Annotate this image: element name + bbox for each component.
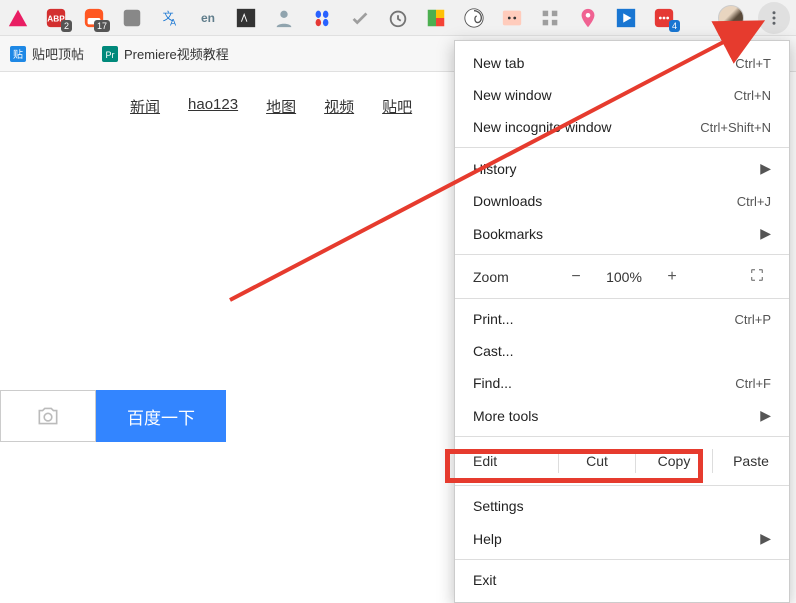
menu-new-window[interactable]: New window Ctrl+N	[455, 79, 789, 111]
camera-icon	[35, 403, 61, 429]
ext-icon-check[interactable]	[348, 6, 372, 30]
menu-settings[interactable]: Settings	[455, 490, 789, 522]
menu-shortcut: Ctrl+T	[735, 56, 771, 71]
search-button[interactable]: 百度一下	[96, 390, 226, 442]
menu-label: Settings	[473, 498, 524, 514]
svg-text:贴: 贴	[13, 48, 23, 61]
ext-icon-play[interactable]	[614, 6, 638, 30]
edit-copy[interactable]: Copy	[635, 449, 712, 473]
fullscreen-icon[interactable]	[743, 267, 771, 286]
menu-downloads[interactable]: Downloads Ctrl+J	[455, 185, 789, 217]
menu-separator	[455, 485, 789, 486]
menu-zoom-row: Zoom − 100% +	[455, 259, 789, 294]
svg-text:A: A	[170, 17, 177, 27]
zoom-label: Zoom	[473, 269, 558, 285]
chevron-right-icon: ▶	[760, 225, 771, 242]
menu-shortcut: Ctrl+P	[735, 312, 771, 327]
chrome-menu-button[interactable]	[758, 2, 790, 34]
menu-find[interactable]: Find... Ctrl+F	[455, 367, 789, 399]
menu-history[interactable]: History ▶	[455, 152, 789, 185]
bookmark-tieba-icon: 贴	[10, 46, 26, 62]
menu-separator	[455, 254, 789, 255]
ext-icon-swirl[interactable]	[462, 6, 486, 30]
menu-label: More tools	[473, 408, 538, 424]
menu-label: Find...	[473, 375, 512, 391]
menu-more-tools[interactable]: More tools ▶	[455, 399, 789, 432]
menu-shortcut: Ctrl+Shift+N	[700, 120, 771, 135]
ext-icon-dots-red[interactable]: 4	[652, 6, 676, 30]
ext-icon-face[interactable]	[500, 6, 524, 30]
menu-label: Cast...	[473, 343, 513, 359]
nav-tieba[interactable]: 贴吧	[382, 96, 412, 117]
edit-paste[interactable]: Paste	[712, 449, 789, 473]
ext-icon-brush[interactable]	[234, 6, 258, 30]
ext-icon-translate[interactable]: 文A	[158, 6, 182, 30]
abp-badge: 2	[61, 20, 72, 32]
menu-label: Bookmarks	[473, 226, 543, 242]
menu-new-incognito[interactable]: New incognito window Ctrl+Shift+N	[455, 111, 789, 143]
extension-toolbar: ABP 2 17 文A en 4	[0, 0, 796, 36]
menu-label: Print...	[473, 311, 513, 327]
bookmark-label: Premiere视频教程	[124, 44, 229, 63]
menu-shortcut: Ctrl+N	[734, 88, 771, 103]
profile-avatar[interactable]	[718, 5, 744, 31]
menu-label: Help	[473, 531, 502, 547]
bookmark-premiere[interactable]: Pr Premiere视频教程	[102, 44, 229, 63]
menu-label: New incognito window	[473, 119, 612, 135]
ext-icon-grey[interactable]	[120, 6, 144, 30]
menu-shortcut: Ctrl+F	[735, 376, 771, 391]
menu-print[interactable]: Print... Ctrl+P	[455, 303, 789, 335]
menu-label: Downloads	[473, 193, 542, 209]
nav-news[interactable]: 新闻	[130, 96, 160, 117]
bookmark-tieba[interactable]: 贴 贴吧顶帖	[10, 44, 84, 63]
ext-icon-timer[interactable]	[386, 6, 410, 30]
ext-icon-triangle[interactable]	[6, 6, 30, 30]
zoom-in-button[interactable]: +	[654, 268, 690, 286]
zoom-percent: 100%	[594, 269, 654, 285]
ext-icon-red[interactable]: 17	[82, 6, 106, 30]
menu-separator	[455, 147, 789, 148]
menu-label: History	[473, 161, 517, 177]
bookmark-label: 贴吧顶帖	[32, 44, 84, 63]
svg-text:Pr: Pr	[106, 50, 115, 60]
menu-help[interactable]: Help ▶	[455, 522, 789, 555]
dots-badge: 4	[669, 20, 680, 32]
chevron-right-icon: ▶	[760, 530, 771, 547]
nav-map[interactable]: 地图	[266, 96, 296, 117]
zoom-out-button[interactable]: −	[558, 268, 594, 286]
menu-cast[interactable]: Cast...	[455, 335, 789, 367]
menu-separator	[455, 436, 789, 437]
bookmark-premiere-icon: Pr	[102, 46, 118, 62]
chevron-right-icon: ▶	[760, 407, 771, 424]
red-badge: 17	[94, 20, 110, 32]
menu-label: New tab	[473, 55, 524, 71]
ext-icon-baidu[interactable]	[310, 6, 334, 30]
menu-label: New window	[473, 87, 552, 103]
nav-video[interactable]: 视频	[324, 96, 354, 117]
ext-icon-colorful[interactable]	[424, 6, 448, 30]
menu-separator	[455, 298, 789, 299]
menu-edit-row: Edit Cut Copy Paste	[455, 441, 789, 481]
ext-icon-person[interactable]	[272, 6, 296, 30]
menu-exit[interactable]: Exit	[455, 564, 789, 596]
nav-hao123[interactable]: hao123	[188, 96, 238, 117]
ext-icon-en[interactable]: en	[196, 6, 220, 30]
menu-bookmarks[interactable]: Bookmarks ▶	[455, 217, 789, 250]
ext-icon-location[interactable]	[576, 6, 600, 30]
search-area: 百度一下	[0, 390, 226, 442]
menu-shortcut: Ctrl+J	[737, 194, 771, 209]
chrome-menu: New tab Ctrl+T New window Ctrl+N New inc…	[454, 40, 790, 603]
edit-label: Edit	[473, 453, 558, 469]
edit-cut[interactable]: Cut	[558, 449, 635, 473]
ext-icon-abp[interactable]: ABP 2	[44, 6, 68, 30]
chevron-right-icon: ▶	[760, 160, 771, 177]
ext-icon-grid[interactable]	[538, 6, 562, 30]
search-camera-box[interactable]	[0, 390, 96, 442]
menu-new-tab[interactable]: New tab Ctrl+T	[455, 47, 789, 79]
menu-label: Exit	[473, 572, 496, 588]
